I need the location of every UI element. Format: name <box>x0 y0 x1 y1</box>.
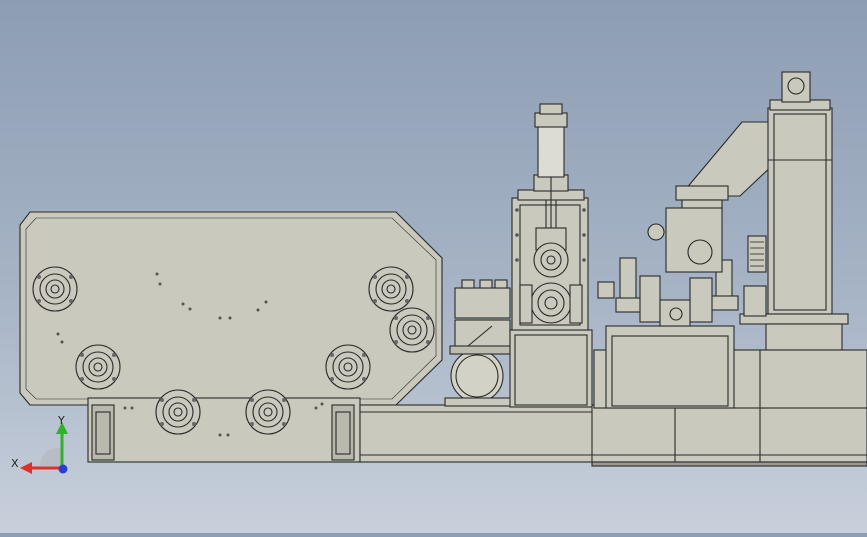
guide-section <box>593 257 767 409</box>
x-axis-arrowhead <box>20 462 32 474</box>
triad-plane <box>39 447 62 466</box>
base-rail <box>359 404 867 467</box>
x-axis-label: X <box>11 457 19 470</box>
machine-model[interactable] <box>0 0 867 533</box>
angled-feeder <box>647 121 777 273</box>
z-axis-dot <box>58 464 68 474</box>
drive-motor <box>444 279 516 407</box>
cad-viewport[interactable]: Y X <box>0 0 867 533</box>
y-axis-label: Y <box>57 414 65 427</box>
axis-triad: Y X <box>11 414 68 474</box>
